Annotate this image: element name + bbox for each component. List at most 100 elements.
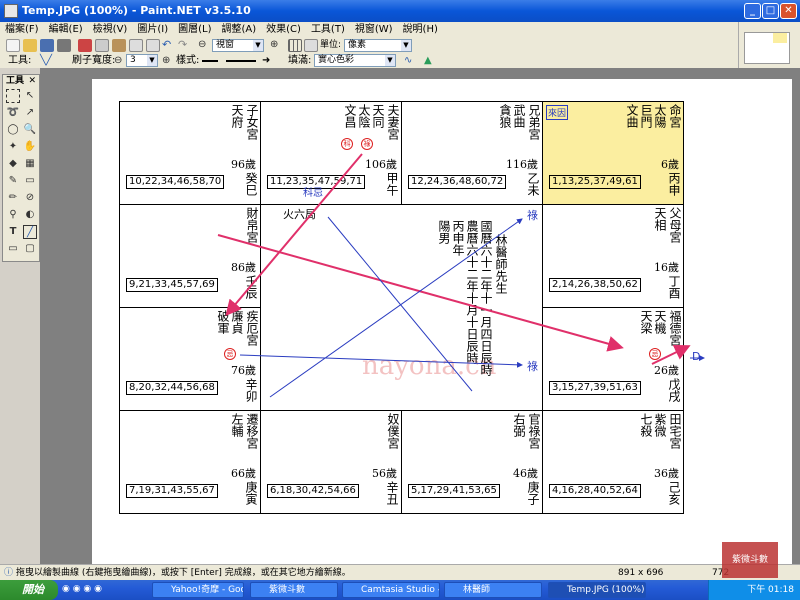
menu-tools[interactable]: 工具(T) (306, 22, 350, 37)
magic-wand-icon[interactable]: ✦ (6, 140, 20, 154)
task-yahoo[interactable]: Yahoo!奇摩 - Goo... (152, 582, 244, 598)
dash-style-icon[interactable] (226, 60, 256, 62)
taskbar: 開始 ◉ ◉ ◉ ◉ Yahoo!奇摩 - Goo... 紫微斗數 Camtas… (0, 580, 800, 600)
thumbnail-page (744, 32, 790, 64)
menu-effects[interactable]: 效果(C) (261, 22, 306, 37)
pan-icon[interactable]: ✋ (23, 140, 37, 154)
zoom-dropdown[interactable]: 視窗 ▼ (212, 39, 264, 52)
menu-file[interactable]: 檔案(F) (0, 22, 44, 37)
line-curve-tool-icon[interactable]: ╲╱ (40, 54, 52, 68)
start-button[interactable]: 開始 (0, 580, 58, 600)
antialias-icon[interactable]: ∿ (404, 54, 412, 68)
decrease-icon[interactable]: ⊖ (114, 54, 122, 68)
chevron-down-icon: ▼ (385, 55, 395, 66)
task-paintnet[interactable]: Temp.JPG (100%)... (548, 582, 646, 598)
copy-icon[interactable] (95, 39, 109, 52)
quicklaunch-icons[interactable]: ◉ ◉ ◉ ◉ (62, 584, 102, 594)
task-doctor[interactable]: 林醫師 (444, 582, 542, 598)
clock: 下午 01:18 (747, 585, 794, 595)
pencil-icon[interactable]: ✏ (6, 191, 20, 205)
brush-width-label: 刷子寬度: (72, 55, 116, 66)
tools-panel-title: 工具 (6, 76, 25, 86)
paint-bucket-icon[interactable]: ◆ (6, 157, 20, 171)
rect-select-icon[interactable] (6, 89, 20, 103)
rectangle-tool-icon[interactable]: ▭ (6, 242, 20, 256)
menu-bar: 檔案(F) 編輯(E) 檢視(V) 圖片(I) 圖層(L) 調整(A) 效果(C) 工具(T)… (0, 22, 738, 37)
clone-stamp-icon[interactable]: ⚲ (6, 208, 20, 222)
move-selection-icon[interactable]: ↗ (23, 106, 37, 120)
task-camtasia-label: Camtasia Studio - ... (361, 585, 439, 595)
increase-icon[interactable]: ⊕ (162, 54, 170, 68)
maximize-button[interactable]: □ (762, 3, 779, 19)
annotation-lines (217, 153, 705, 398)
print-icon[interactable] (57, 39, 71, 52)
units-label: 單位: (320, 40, 342, 50)
tools-panel: 工具 ✕ ↖ ➰ ↗ ◯ 🔍 ✦ ✋ ◆ ▦ ✎ ▭ ✏ ⊘ ⚲ ◐ T ╱ ▭ … (2, 74, 40, 262)
cut-icon[interactable] (78, 39, 92, 52)
app-icon (4, 4, 18, 18)
navigation-thumbnail[interactable] (738, 22, 800, 68)
menu-image[interactable]: 圖片(I) (132, 22, 173, 37)
chart-image[interactable]: 子女宮 天府 96歲 癸巳 10,22,34,46,58,70 夫妻宮 天同 太陰 文昌 106歲… (92, 79, 792, 564)
menu-adjust[interactable]: 調整(A) (216, 22, 261, 37)
deselect-icon[interactable] (146, 39, 160, 52)
minimize-button[interactable]: _ (744, 3, 761, 19)
crop-icon[interactable] (129, 39, 143, 52)
paintbrush-icon[interactable]: ✎ (6, 174, 20, 188)
move-icon[interactable]: ↖ (23, 89, 37, 103)
line-tool-icon[interactable]: ╱ (23, 225, 37, 239)
open-icon[interactable] (23, 39, 37, 52)
rounded-rect-icon[interactable]: ▢ (23, 242, 37, 256)
menu-help[interactable]: 說明(H) (398, 22, 443, 37)
eraser-icon[interactable]: ▭ (23, 174, 37, 188)
seal-stamp: 紫微斗數 (722, 542, 778, 578)
paste-icon[interactable] (112, 39, 126, 52)
brush-width-input[interactable]: 3 ▼ (126, 54, 158, 67)
tool-options-bar: 工具: ╲╱ 刷子寬度: ⊖ 3 ▼ ⊕ 樣式: ➜ 填滿: 實心色彩 ▼ ∿ ▲ (0, 54, 738, 68)
system-tray: 下午 01:18 (708, 580, 800, 600)
blue-line-1 (327, 216, 473, 392)
new-icon[interactable] (6, 39, 20, 52)
ellipse-select-icon[interactable]: ◯ (6, 123, 20, 137)
title-bar: Temp.JPG (100%) - Paint.NET v3.5.10 _ □ … (0, 0, 800, 22)
ruler-icon[interactable] (304, 39, 318, 52)
fill-value: 實心色彩 (318, 55, 355, 65)
zoom-in-icon[interactable]: ⊕ (270, 39, 284, 52)
grid-icon[interactable] (288, 39, 302, 52)
style-label: 樣式: (176, 55, 200, 66)
color-picker-icon[interactable]: ⊘ (23, 191, 37, 205)
arrow-style-icon[interactable]: ➜ (262, 54, 270, 68)
task-ziwei[interactable]: 紫微斗數 (250, 582, 338, 598)
menu-layers[interactable]: 圖層(L) (173, 22, 216, 37)
chevron-down-icon: ▼ (253, 40, 263, 51)
units-value: 像素 (348, 40, 367, 50)
text-tool-icon[interactable]: T (6, 225, 20, 239)
task-camtasia[interactable]: Camtasia Studio - ... (342, 582, 440, 598)
close-button[interactable]: ✕ (780, 3, 797, 19)
tool-label: 工具: (8, 55, 32, 66)
menu-edit[interactable]: 編輯(E) (44, 22, 88, 37)
gradient-icon[interactable]: ▦ (23, 157, 37, 171)
line-style-icon[interactable] (202, 60, 218, 62)
recolor-icon[interactable]: ◐ (23, 208, 37, 222)
redo-icon[interactable]: ↷ (178, 39, 192, 52)
close-icon[interactable]: ✕ (28, 75, 36, 87)
lasso-icon[interactable]: ➰ (6, 106, 20, 120)
units-dropdown[interactable]: 像素 ▼ (344, 39, 412, 52)
task-ziwei-label: 紫微斗數 (269, 585, 306, 595)
fill-dropdown[interactable]: 實心色彩 ▼ (314, 54, 396, 67)
zoom-tool-icon[interactable]: 🔍 (23, 123, 37, 137)
window-title: Temp.JPG (100%) - Paint.NET v3.5.10 (22, 4, 251, 17)
blend-mode-icon[interactable]: ▲ (424, 54, 432, 68)
start-label: 開始 (22, 583, 44, 596)
menu-window[interactable]: 視窗(W) (350, 22, 398, 37)
save-icon[interactable] (40, 39, 54, 52)
undo-icon[interactable]: ↶ (162, 39, 176, 52)
main-toolbar: ↶ ↷ ⊖ 視窗 ▼ ⊕ 單位: 像素 ▼ (0, 37, 738, 54)
menu-view[interactable]: 檢視(V) (88, 22, 133, 37)
blue-line-2 (269, 218, 523, 398)
zoom-icon[interactable]: ⊖ (198, 39, 212, 52)
arrow-line-2 (217, 234, 624, 352)
arrow-line-3 (651, 345, 691, 365)
status-bar: ⓘ 拖曳以繪製曲線 (右鍵拖曳繪曲線)，或按下 [Enter] 完成線，或在其它… (0, 564, 800, 580)
